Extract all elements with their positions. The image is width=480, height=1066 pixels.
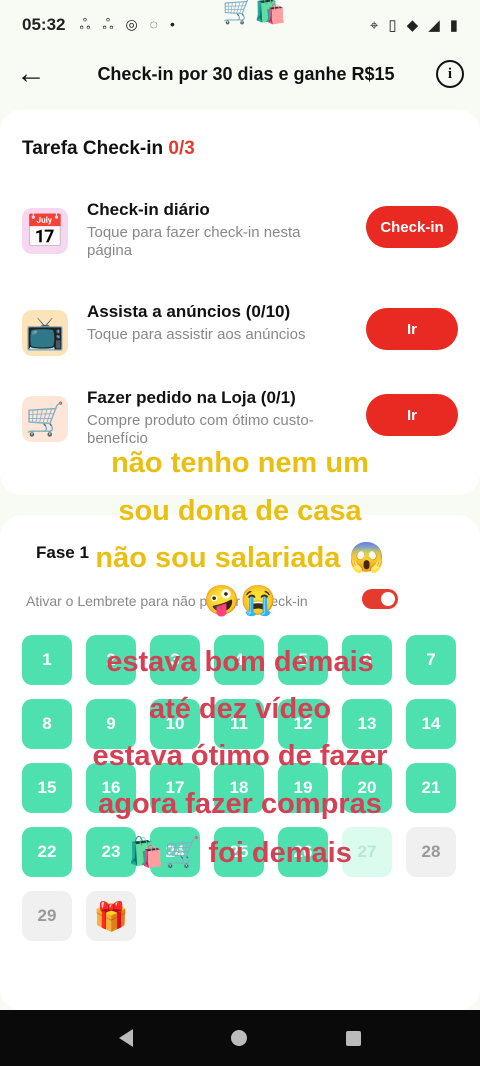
status-left-icons: ஃ ஃ ◎ ◌ • <box>79 16 174 35</box>
watch-ads-go-button[interactable]: Ir <box>366 308 458 350</box>
task-name: Check-in diário <box>87 200 210 219</box>
signal-icon: ◢ <box>428 17 440 34</box>
instagram-icon: ◎ <box>125 15 138 32</box>
task-description: Compre produto com ótimo custo-benefício <box>87 412 314 447</box>
back-nav-icon[interactable] <box>119 1029 134 1047</box>
overlay-emoji: 🤪😭 <box>203 585 277 617</box>
task-name: Fazer pedido na Loja (0/1) <box>87 388 296 407</box>
info-icon[interactable]: i <box>436 60 464 88</box>
checkin-task-card: Tarefa Check-in 0/3 📅 Check-in diário To… <box>0 110 480 495</box>
task-description: Toque para assistir aos anúncios <box>87 326 306 343</box>
calendar-icon: 📅 <box>22 208 68 254</box>
overlay-caption: até dez vídeo <box>148 693 332 725</box>
app-header: ← Check-in por 30 dias e ganhe R$15 i <box>0 50 480 98</box>
overlay-caption: sou dona de casa <box>118 495 362 527</box>
vibrate-icon: ▯ <box>388 17 397 34</box>
status-time: 05:32 <box>22 15 66 34</box>
dot-icon: • <box>170 15 175 32</box>
task-name: Assista a anúncios (0/10) <box>87 302 291 321</box>
status-right-icons: ⌖ ▯ ◆ ◢ ▮ <box>369 16 458 35</box>
android-nav-bar <box>0 1010 480 1066</box>
day-tile[interactable]: 29 <box>22 891 72 941</box>
overlay-caption: 🛍️🛒 foi demais <box>128 837 352 869</box>
overlay-caption: estava ótimo de fazer <box>92 740 388 772</box>
overlay-caption: não sou salariada 😱 <box>95 542 385 574</box>
shopping-cart-bag-sticker: 🛒🛍️ <box>222 0 287 25</box>
wifi-icon: ◆ <box>406 17 419 34</box>
whatsapp-icon: ◌ <box>149 15 158 32</box>
task-description: Toque para fazer check-in nesta página <box>87 224 301 259</box>
notification-icon: ஃ <box>79 15 91 32</box>
tv-ad-icon: 📺 <box>22 310 68 356</box>
task-title-label: Tarefa Check-in <box>22 138 164 159</box>
checkin-button[interactable]: Check-in <box>366 206 458 248</box>
task-daily-checkin: 📅 Check-in diário Toque para fazer check… <box>22 200 462 270</box>
page-title: Check-in por 30 dias e ganhe R$15 <box>97 63 395 84</box>
task-count: 0/3 <box>168 138 195 159</box>
location-icon: ⌖ <box>369 16 379 34</box>
overlay-caption: não tenho nem um <box>111 447 369 479</box>
task-section-title: Tarefa Check-in 0/3 <box>22 138 195 160</box>
overlay-caption: estava bom demais <box>106 646 374 678</box>
home-nav-icon[interactable] <box>231 1030 248 1046</box>
notification-icon: ஃ <box>102 15 114 32</box>
overlay-caption: agora fazer compras <box>98 788 382 820</box>
cart-icon: 🛒 <box>22 396 68 442</box>
back-arrow-icon[interactable]: ← <box>16 57 56 91</box>
gift-icon[interactable]: 🎁 <box>86 891 136 941</box>
store-order-go-button[interactable]: Ir <box>366 394 458 436</box>
recents-nav-icon[interactable] <box>345 1030 361 1046</box>
battery-icon: ▮ <box>449 17 458 34</box>
task-watch-ads: 📺 Assista a anúncios (0/10) Toque para a… <box>22 302 462 372</box>
